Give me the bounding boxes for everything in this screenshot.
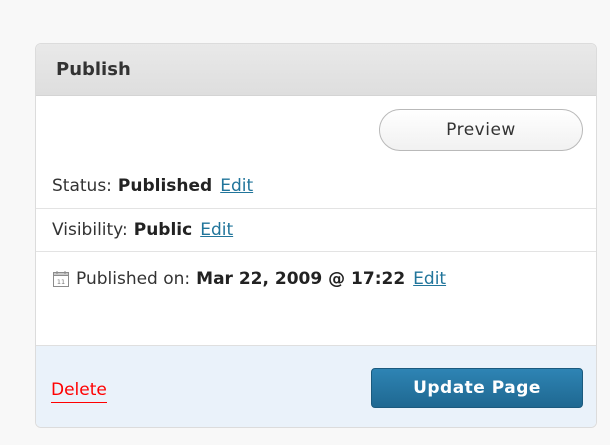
publish-box-title: Publish [56, 59, 131, 80]
published-on-row: 11 Published on: Mar 22, 2009 @ 17:22 Ed… [36, 252, 596, 305]
status-row: Status: Published Edit [36, 164, 596, 209]
calendar-icon: 11 [52, 270, 70, 288]
visibility-row: Visibility: Public Edit [36, 209, 596, 252]
preview-row: Preview [36, 96, 596, 164]
published-on-label: Published on: [76, 268, 191, 289]
published-on-value: Mar 22, 2009 @ 17:22 [196, 268, 406, 289]
publish-box: Publish Preview Status: Published Edit V… [35, 43, 597, 428]
status-value: Published [117, 176, 213, 196]
status-label: Status: [52, 176, 112, 196]
preview-button[interactable]: Preview [379, 109, 583, 151]
publish-box-header: Publish [36, 44, 596, 96]
published-on-edit-link[interactable]: Edit [413, 269, 446, 289]
update-page-button[interactable]: Update Page [371, 368, 583, 408]
status-edit-link[interactable]: Edit [220, 176, 253, 196]
svg-text:11: 11 [57, 278, 65, 286]
visibility-edit-link[interactable]: Edit [200, 220, 233, 240]
visibility-label: Visibility: [52, 220, 128, 240]
publish-actions: Delete Update Page [36, 345, 596, 427]
delete-link[interactable]: Delete [51, 380, 107, 403]
visibility-value: Public [133, 220, 193, 240]
